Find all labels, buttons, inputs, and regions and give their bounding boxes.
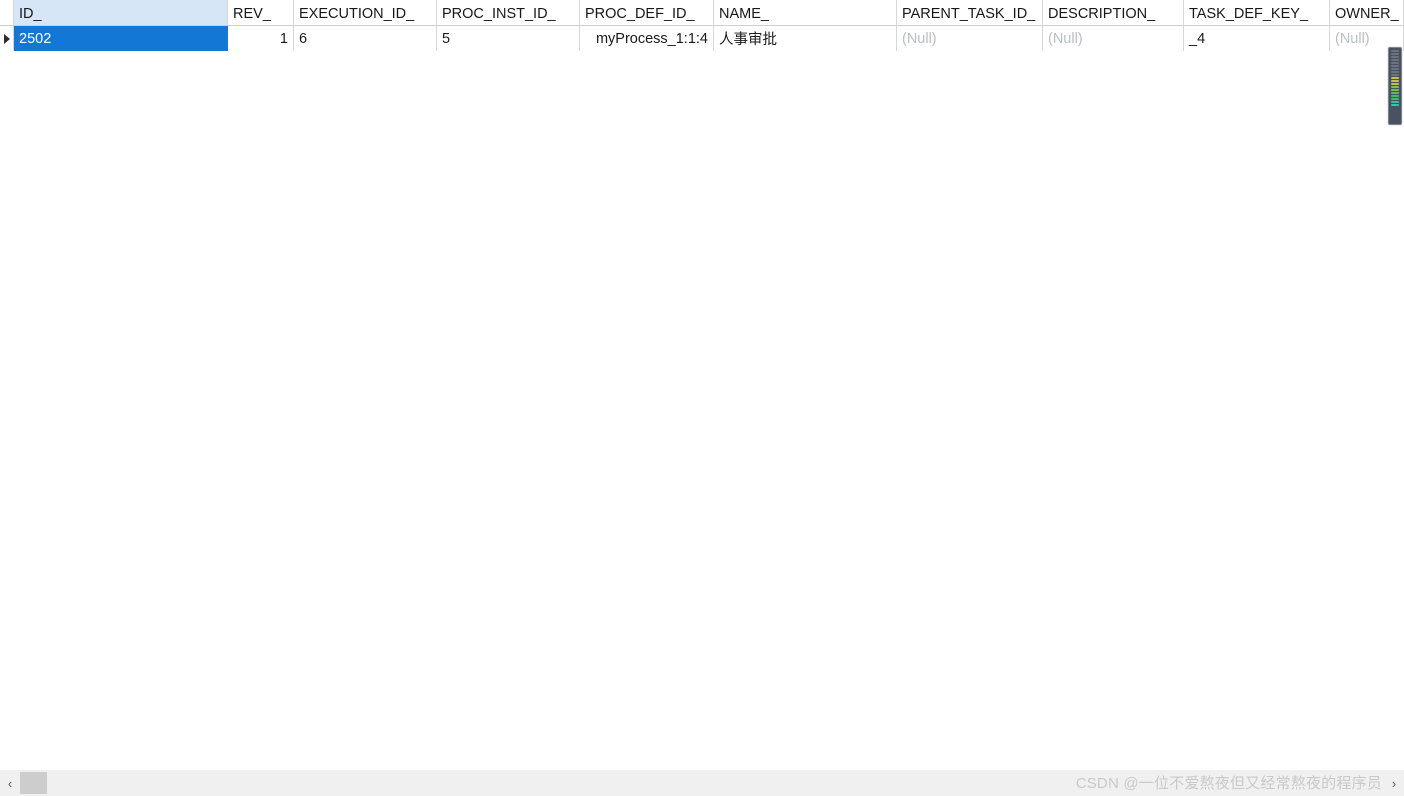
gauge-segment — [1391, 59, 1399, 61]
column-header-proc_def_id[interactable]: PROC_DEF_ID_ — [580, 0, 714, 25]
cell-execution_id[interactable]: 6 — [294, 26, 437, 51]
cell-task_def_key[interactable]: _4 — [1184, 26, 1330, 51]
table-row[interactable]: 2502 1 6 5 myProcess_1:1:4 人事审批 (Null) (Null) _4… — [0, 26, 1404, 51]
gauge-segment — [1391, 80, 1399, 82]
horizontal-scrollbar[interactable]: ‹ › — [0, 770, 1404, 796]
gauge-segment — [1391, 89, 1399, 91]
scroll-right-arrow[interactable]: › — [1384, 770, 1404, 796]
column-header-execution_id[interactable]: EXECUTION_ID_ — [294, 0, 437, 25]
gauge-segment — [1391, 68, 1399, 70]
horizontal-scroll-track[interactable] — [20, 770, 1384, 796]
column-header-description[interactable]: DESCRIPTION_ — [1043, 0, 1184, 25]
cell-name[interactable]: 人事审批 — [714, 26, 897, 51]
column-header-parent_task_id[interactable]: PARENT_TASK_ID_ — [897, 0, 1043, 25]
gauge-segment — [1391, 74, 1399, 76]
cell-rev[interactable]: 1 — [228, 26, 294, 51]
cell-description[interactable]: (Null) — [1043, 26, 1184, 51]
column-header-task_def_key[interactable]: TASK_DEF_KEY_ — [1184, 0, 1330, 25]
gauge-segment — [1391, 86, 1399, 88]
result-grid: ID_ REV_ EXECUTION_ID_ PROC_INST_ID_ PROC_DE… — [0, 0, 1404, 770]
cell-id[interactable]: 2502 — [14, 26, 228, 51]
gauge-segment — [1391, 83, 1399, 85]
column-header-owner[interactable]: OWNER_ — [1330, 0, 1404, 25]
column-header-rev[interactable]: REV_ — [228, 0, 294, 25]
gauge-segment — [1391, 77, 1399, 79]
gauge-segment — [1391, 92, 1399, 94]
horizontal-scroll-thumb[interactable] — [20, 772, 47, 794]
gauge-segment — [1391, 104, 1399, 106]
cell-proc_inst_id[interactable]: 5 — [437, 26, 580, 51]
header-gutter — [0, 0, 14, 25]
column-header-proc_inst_id[interactable]: PROC_INST_ID_ — [437, 0, 580, 25]
column-header-row: ID_ REV_ EXECUTION_ID_ PROC_INST_ID_ PROC_DE… — [0, 0, 1404, 26]
gauge-segment — [1391, 71, 1399, 73]
scroll-left-arrow[interactable]: ‹ — [0, 770, 20, 796]
cell-parent_task_id[interactable]: (Null) — [897, 26, 1043, 51]
gauge-segment — [1391, 98, 1399, 100]
column-header-id[interactable]: ID_ — [14, 0, 228, 25]
gauge-segment — [1391, 101, 1399, 103]
current-row-marker-icon — [4, 33, 10, 44]
gauge-segment — [1391, 50, 1399, 52]
gauge-segment — [1391, 65, 1399, 67]
gauge-segment — [1391, 53, 1399, 55]
database-table-viewer: ID_ REV_ EXECUTION_ID_ PROC_INST_ID_ PROC_DE… — [0, 0, 1404, 796]
column-header-name[interactable]: NAME_ — [714, 0, 897, 25]
row-gutter[interactable] — [0, 26, 14, 51]
gauge-segment — [1391, 95, 1399, 97]
activity-level-gauge — [1388, 47, 1402, 125]
gauge-segment — [1391, 62, 1399, 64]
gauge-segment — [1391, 56, 1399, 58]
cell-proc_def_id[interactable]: myProcess_1:1:4 — [580, 26, 714, 51]
